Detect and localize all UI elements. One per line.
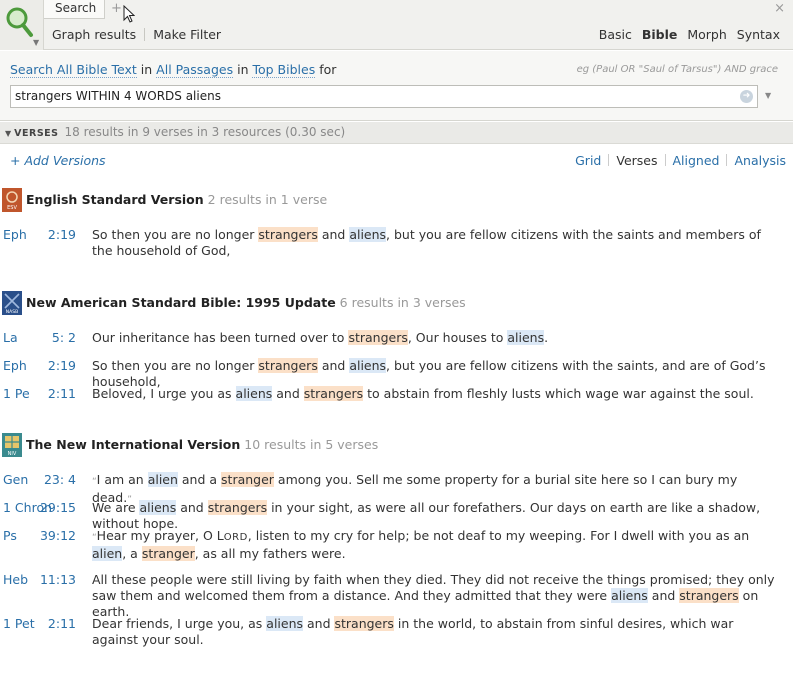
- resource-count: 2 results in 1 verse: [207, 192, 328, 207]
- highlight-strangers: strangers: [679, 588, 739, 603]
- verse-text: Our inheritance has been turned over to …: [92, 330, 549, 345]
- divider: [726, 154, 728, 166]
- verse-text: So then you are no longer strangers and …: [92, 227, 761, 258]
- verse-ref[interactable]: 29:15: [36, 500, 76, 516]
- quote-mark: “: [92, 533, 97, 543]
- highlight-aliens: aliens: [611, 588, 648, 603]
- add-versions-link[interactable]: + Add Versions: [10, 153, 106, 168]
- add-tab-button[interactable]: +: [111, 1, 122, 16]
- highlight-strangers: strangers: [258, 227, 318, 242]
- collapse-triangle-icon[interactable]: ▼: [5, 129, 11, 138]
- highlight-aliens: aliens: [266, 616, 304, 631]
- magnifier-icon: [6, 7, 33, 37]
- view-aligned[interactable]: Aligned: [673, 153, 720, 168]
- graph-results-link[interactable]: Graph results: [52, 27, 136, 42]
- results-summary: 18 results in 9 verses in 3 resources (0…: [64, 125, 346, 139]
- highlight-aliens: aliens: [349, 227, 387, 242]
- mouse-cursor-icon: [123, 5, 135, 23]
- highlight-strangers: stranger: [141, 546, 195, 561]
- highlight-strangers: strangers: [303, 386, 364, 401]
- section-label: VERSES: [14, 128, 59, 139]
- chevron-down-icon: ▼: [33, 38, 40, 47]
- verse-book[interactable]: 1 Pe: [3, 386, 30, 402]
- mode-syntax[interactable]: Syntax: [737, 27, 780, 42]
- results-header[interactable]: ▼ VERSES 18 results in 9 verses in 3 resou…: [0, 122, 793, 144]
- highlight-strangers: strangers: [334, 616, 394, 631]
- highlight-aliens: aliens: [349, 358, 387, 373]
- highlight-strangers: strangers: [258, 358, 318, 373]
- scope-text: in: [237, 62, 249, 77]
- verse-ref[interactable]: 23: 4: [36, 472, 76, 488]
- view-grid[interactable]: Grid: [575, 153, 601, 168]
- verse-book[interactable]: 1 Pet: [3, 616, 35, 632]
- highlight-aliens: alien: [92, 546, 123, 561]
- search-input[interactable]: [11, 86, 731, 106]
- scope-text: in: [140, 62, 153, 77]
- esv-icon: ESV: [2, 188, 22, 212]
- search-type-dropdown[interactable]: Search All Bible Text: [10, 62, 137, 78]
- divider: [608, 154, 610, 166]
- esv-icon-label: ESV: [7, 205, 17, 211]
- highlight-strangers: stranger: [221, 472, 274, 487]
- niv-icon: NIV: [2, 433, 22, 457]
- quote-mark: “: [92, 477, 97, 487]
- verse-book[interactable]: Ps: [3, 528, 17, 544]
- highlight-aliens: alien: [147, 472, 178, 487]
- verse-text: Dear friends, I urge you, as aliens and …: [92, 616, 734, 647]
- go-arrow-icon[interactable]: ➜: [740, 90, 753, 103]
- verse-ref[interactable]: 2:19: [36, 358, 76, 374]
- resource-title[interactable]: New American Standard Bible: 1995 Update: [26, 295, 336, 310]
- verse-ref[interactable]: 11:13: [36, 572, 76, 588]
- nasb-icon-label: NASB: [6, 309, 18, 315]
- verse-ref[interactable]: 2:11: [36, 386, 76, 402]
- resource-title[interactable]: The New International Version: [26, 437, 240, 452]
- bibles-dropdown[interactable]: Top Bibles: [252, 62, 316, 78]
- mode-morph[interactable]: Morph: [687, 27, 726, 42]
- highlight-strangers: strangers: [348, 330, 408, 345]
- verse-book[interactable]: La: [3, 330, 18, 346]
- verse-text: Beloved, I urge you as aliens and strang…: [92, 386, 754, 401]
- search-scope: Search All Bible Text in All Passages in…: [10, 62, 337, 78]
- search-box: ➜: [10, 85, 758, 108]
- verse-text: “Hear my prayer, O LORD, listen to my cr…: [92, 528, 750, 561]
- mode-basic[interactable]: Basic: [599, 27, 632, 42]
- verse-ref[interactable]: 2:19: [36, 227, 76, 243]
- search-example-hint: eg (Paul OR "Saul of Tarsus") AND grace: [576, 64, 778, 75]
- view-verses[interactable]: Verses: [616, 153, 657, 168]
- view-switcher: Grid Verses Aligned Analysis: [575, 153, 786, 168]
- tab-search[interactable]: Search: [44, 0, 105, 19]
- nasb-icon: NASB: [2, 291, 22, 315]
- verse-ref[interactable]: 5: 2: [36, 330, 76, 346]
- verse-book[interactable]: Gen: [3, 472, 28, 488]
- resource-count: 10 results in 5 verses: [244, 437, 379, 452]
- scope-text: for: [319, 62, 337, 77]
- verse-text: All these people were still living by fa…: [92, 572, 775, 619]
- passages-dropdown[interactable]: All Passages: [156, 62, 234, 78]
- verse-ref[interactable]: 2:11: [36, 616, 76, 632]
- mode-bible[interactable]: Bible: [642, 27, 678, 42]
- search-mode-tabs: Basic Bible Morph Syntax: [593, 27, 780, 42]
- search-history-dropdown[interactable]: ▼: [765, 91, 771, 100]
- small-caps: ORD: [223, 532, 248, 543]
- highlight-aliens: aliens: [139, 500, 177, 515]
- highlight-strangers: strangers: [207, 500, 268, 515]
- highlight-aliens: aliens: [507, 330, 545, 345]
- highlight-aliens: aliens: [235, 386, 273, 401]
- make-filter-link[interactable]: Make Filter: [153, 27, 221, 42]
- close-tab-button[interactable]: ×: [774, 1, 785, 16]
- verse-book[interactable]: Heb: [3, 572, 28, 588]
- niv-icon-label: NIV: [8, 451, 17, 457]
- toolbar: ▼ Search + × Graph results Make Filter Ba…: [0, 0, 793, 50]
- search-area: Search All Bible Text in All Passages in…: [0, 51, 793, 121]
- verse-book[interactable]: Eph: [3, 227, 27, 243]
- divider: [664, 154, 666, 166]
- verse-book[interactable]: Eph: [3, 358, 27, 374]
- resource-count: 6 results in 3 verses: [339, 295, 466, 310]
- resource-title[interactable]: English Standard Version: [26, 192, 204, 207]
- divider: [144, 28, 146, 41]
- search-panel-button[interactable]: ▼: [0, 0, 44, 50]
- verse-ref[interactable]: 39:12: [36, 528, 76, 544]
- view-analysis[interactable]: Analysis: [734, 153, 786, 168]
